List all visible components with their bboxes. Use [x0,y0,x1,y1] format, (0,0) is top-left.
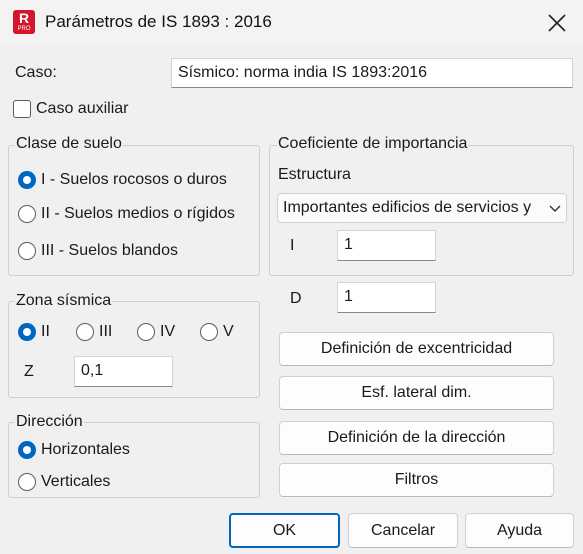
clase-suelo-legend: Clase de suelo [15,135,123,153]
zona-legend: Zona sísmica [15,292,113,310]
dir-label-vertical: Verticales [41,473,111,490]
estructura-value: Importantes edificios de servicios y [283,199,532,216]
estructura-label: Estructura [278,166,351,183]
importancia-legend: Coeficiente de importancia [277,135,469,153]
caso-auxiliar-label: Caso auxiliar [36,100,129,117]
zone-label-iv: IV [160,323,176,340]
close-icon [548,14,566,32]
soil-radio-ii[interactable] [18,205,36,223]
close-button[interactable] [540,6,574,40]
direccion-button[interactable]: Definición de la dirección [279,421,554,455]
soil-label-i: I - Suelos rocosos o duros [41,171,227,188]
z-field[interactable]: 0,1 [74,356,173,387]
help-button[interactable]: Ayuda [465,513,574,548]
cancel-button[interactable]: Cancelar [348,513,458,548]
app-icon-badge: PRO [17,26,31,32]
zone-radio-v[interactable] [200,323,218,341]
soil-label-ii: II - Suelos medios o rígidos [41,205,235,222]
chevron-down-icon [544,194,566,222]
estructura-dropdown[interactable]: Importantes edificios de servicios y [277,193,567,223]
soil-radio-i[interactable] [18,171,36,189]
soil-radio-iii[interactable] [18,242,36,260]
app-icon: R PRO [13,10,35,34]
d-field[interactable]: 1 [337,282,436,313]
zone-label-v: V [223,323,234,340]
caso-auxiliar-checkbox[interactable] [13,100,31,118]
i-field[interactable]: 1 [337,230,436,261]
app-icon-letter: R [18,10,30,26]
dir-radio-vertical[interactable] [18,473,36,491]
window-title: Parámetros de IS 1893 : 2016 [45,12,272,31]
esf-lateral-button[interactable]: Esf. lateral dim. [279,376,554,410]
excentricidad-button[interactable]: Definición de excentricidad [279,332,554,366]
zone-radio-iv[interactable] [137,323,155,341]
ok-button[interactable]: OK [229,513,340,548]
caso-label: Caso: [15,64,57,81]
zone-label-iii: III [99,323,113,340]
z-label: Z [24,363,34,380]
zone-radio-ii[interactable] [18,323,36,341]
soil-label-iii: III - Suelos blandos [41,242,178,259]
i-label: I [290,237,295,254]
dir-radio-horizontal[interactable] [18,441,36,459]
filtros-button[interactable]: Filtros [279,463,554,497]
caso-field[interactable]: Sísmico: norma india IS 1893:2016 [171,58,573,88]
direccion-legend: Dirección [15,413,84,431]
zone-radio-iii[interactable] [76,323,94,341]
zone-label-ii: II [41,323,50,340]
dir-label-horizontal: Horizontales [41,441,130,458]
d-label: D [290,290,302,307]
